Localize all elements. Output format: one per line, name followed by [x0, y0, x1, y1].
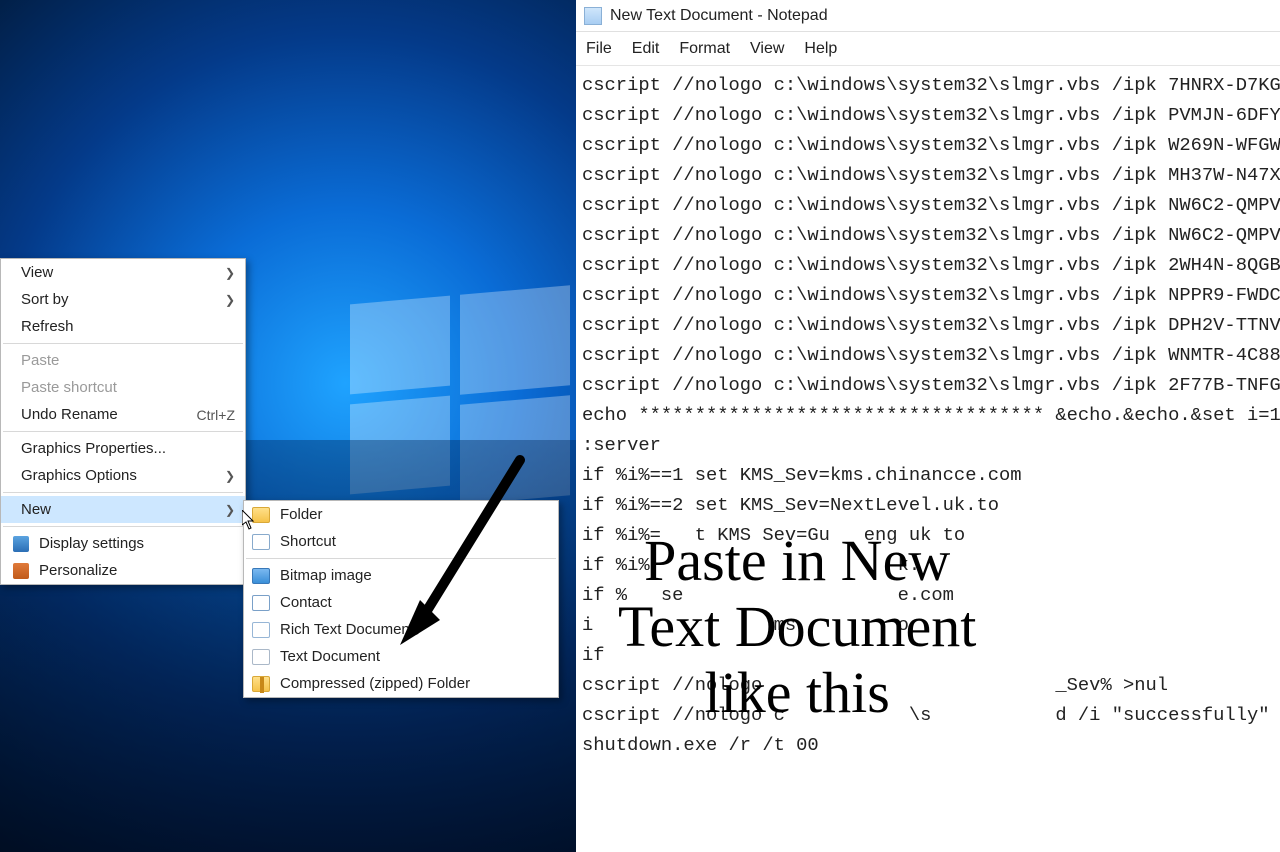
menu-graphics-options[interactable]: Graphics Options ❯: [1, 462, 245, 489]
notepad-line: i ms o: [582, 610, 1274, 640]
menu-sort-by[interactable]: Sort by ❯: [1, 286, 245, 313]
notepad-line: cscript //nologo c:\windows\system32\slm…: [582, 220, 1274, 250]
menu-undo-rename[interactable]: Undo Rename Ctrl+Z: [1, 401, 245, 428]
notepad-textarea[interactable]: cscript //nologo c:\windows\system32\slm…: [576, 66, 1280, 764]
new-zip-label: Compressed (zipped) Folder: [280, 675, 548, 692]
notepad-line: :server: [582, 430, 1274, 460]
chevron-right-icon: ❯: [225, 503, 235, 517]
desktop-context-menu: View ❯ Sort by ❯ Refresh Paste Paste sho…: [0, 258, 246, 585]
notepad-line: shutdown.exe /r /t 00: [582, 730, 1274, 760]
menu-refresh-label: Refresh: [21, 318, 235, 335]
menu-separator: [3, 526, 243, 527]
menu-separator: [3, 343, 243, 344]
notepad-line: cscript //nologo c:\windows\system32\slm…: [582, 100, 1274, 130]
display-icon: [13, 536, 29, 552]
new-contact-label: Contact: [280, 594, 548, 611]
menu-display-label: Display settings: [39, 535, 235, 552]
new-zip[interactable]: Compressed (zipped) Folder: [244, 670, 558, 697]
notepad-line: cscript //nologo c:\windows\system32\slm…: [582, 160, 1274, 190]
menu-new[interactable]: New ❯: [1, 496, 245, 523]
notepad-line: cscript //nologo c:\windows\system32\slm…: [582, 280, 1274, 310]
menu-file[interactable]: File: [586, 40, 612, 58]
notepad-line: cscript //nologo c:\windows\system32\slm…: [582, 130, 1274, 160]
zip-icon: [252, 676, 270, 692]
new-bitmap-label: Bitmap image: [280, 567, 548, 584]
new-shortcut[interactable]: Shortcut: [244, 528, 558, 555]
new-rtf-label: Rich Text Document: [280, 621, 548, 638]
new-shortcut-label: Shortcut: [280, 533, 548, 550]
notepad-line: if %i%==2 set KMS_Sev=NextLevel.uk.to: [582, 490, 1274, 520]
notepad-line: cscript //nologo c:\windows\system32\slm…: [582, 370, 1274, 400]
menu-view[interactable]: View ❯: [1, 259, 245, 286]
notepad-line: if: [582, 640, 1274, 670]
notepad-menubar: File Edit Format View Help: [576, 32, 1280, 66]
notepad-icon: [584, 7, 602, 25]
chevron-right-icon: ❯: [225, 469, 235, 483]
new-text-document[interactable]: Text Document: [244, 643, 558, 670]
menu-refresh[interactable]: Refresh: [1, 313, 245, 340]
menu-separator: [3, 431, 243, 432]
menu-gfx-props-label: Graphics Properties...: [21, 440, 235, 457]
notepad-line: echo ***********************************…: [582, 400, 1274, 430]
new-contact[interactable]: Contact: [244, 589, 558, 616]
menu-display-settings[interactable]: Display settings: [1, 530, 245, 557]
notepad-line: cscript //nologo _Sev% >nul: [582, 670, 1274, 700]
notepad-line: cscript //nologo c:\windows\system32\slm…: [582, 70, 1274, 100]
menu-separator: [3, 492, 243, 493]
shortcut-icon: [252, 534, 270, 550]
notepad-line: if %i% k.: [582, 550, 1274, 580]
menu-view-label: View: [21, 264, 225, 281]
mouse-cursor-icon: [242, 510, 256, 530]
menu-new-label: New: [21, 501, 225, 518]
menu-graphics-properties[interactable]: Graphics Properties...: [1, 435, 245, 462]
notepad-title-text: New Text Document - Notepad: [610, 7, 828, 25]
new-folder-label: Folder: [280, 506, 548, 523]
personalize-icon: [13, 563, 29, 579]
new-folder[interactable]: Folder: [244, 501, 558, 528]
notepad-line: cscript //nologo c \s d /i "successfully…: [582, 700, 1274, 730]
notepad-window: New Text Document - Notepad File Edit Fo…: [576, 0, 1280, 852]
menu-paste-shortcut: Paste shortcut: [1, 374, 245, 401]
contact-icon: [252, 595, 270, 611]
notepad-line: if %i%= t KMS Sev=Gu eng uk to: [582, 520, 1274, 550]
menu-paste-label: Paste: [21, 352, 235, 369]
rtf-icon: [252, 622, 270, 638]
notepad-line: cscript //nologo c:\windows\system32\slm…: [582, 250, 1274, 280]
new-txt-label: Text Document: [280, 648, 548, 665]
chevron-right-icon: ❯: [225, 266, 235, 280]
menu-personalize-label: Personalize: [39, 562, 235, 579]
notepad-line: if %i%==1 set KMS_Sev=kms.chinancce.com: [582, 460, 1274, 490]
menu-personalize[interactable]: Personalize: [1, 557, 245, 584]
notepad-line: cscript //nologo c:\windows\system32\slm…: [582, 340, 1274, 370]
menu-sort-by-label: Sort by: [21, 291, 225, 308]
menu-view-np[interactable]: View: [750, 40, 784, 58]
bitmap-icon: [252, 568, 270, 584]
new-bitmap[interactable]: Bitmap image: [244, 562, 558, 589]
notepad-titlebar[interactable]: New Text Document - Notepad: [576, 0, 1280, 32]
new-rtf[interactable]: Rich Text Document: [244, 616, 558, 643]
notepad-line: if % se e.com: [582, 580, 1274, 610]
notepad-line: cscript //nologo c:\windows\system32\slm…: [582, 190, 1274, 220]
notepad-line: cscript //nologo c:\windows\system32\slm…: [582, 310, 1274, 340]
new-submenu: Folder Shortcut Bitmap image Contact Ric…: [243, 500, 559, 698]
menu-help[interactable]: Help: [804, 40, 837, 58]
menu-gfx-opts-label: Graphics Options: [21, 467, 225, 484]
menu-separator: [246, 558, 556, 559]
menu-edit[interactable]: Edit: [632, 40, 660, 58]
menu-paste-shortcut-label: Paste shortcut: [21, 379, 235, 396]
menu-paste: Paste: [1, 347, 245, 374]
chevron-right-icon: ❯: [225, 293, 235, 307]
menu-format[interactable]: Format: [679, 40, 730, 58]
menu-undo-label: Undo Rename: [21, 406, 197, 423]
txt-icon: [252, 649, 270, 665]
menu-undo-shortcut: Ctrl+Z: [197, 407, 236, 423]
